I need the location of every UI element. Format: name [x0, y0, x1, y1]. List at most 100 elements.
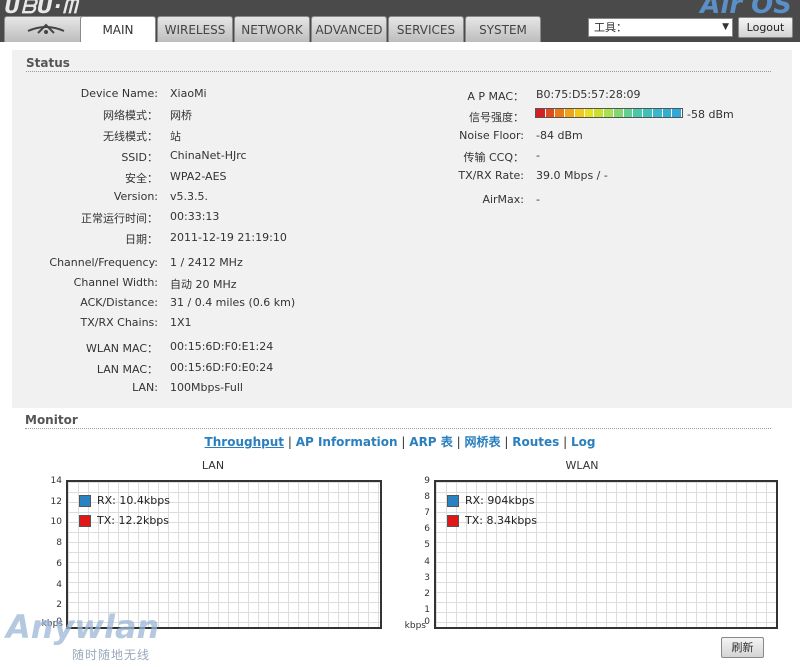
ccq-label: 传输 CCQ： [463, 151, 524, 164]
channel-frequency-value: 1 / 2412 MHz [170, 256, 243, 269]
link-arp-table[interactable]: ARP 表 [409, 435, 453, 449]
link-throughput[interactable]: Throughput [205, 435, 284, 449]
link-log[interactable]: Log [571, 435, 595, 449]
signal-segment [623, 109, 634, 117]
refresh-button[interactable]: 刷新 [721, 637, 764, 658]
status-title: Status [26, 56, 70, 70]
ssid-label: SSID： [121, 151, 158, 164]
lan-mac-value: 00:15:6D:F0:E0:24 [170, 361, 274, 374]
tab-system[interactable]: SYSTEM [465, 16, 541, 42]
tab-wireless[interactable]: WIRELESS [157, 16, 233, 42]
signal-segment [536, 109, 546, 117]
security-value: WPA2-AES [170, 170, 227, 183]
link-routes[interactable]: Routes [512, 435, 559, 449]
y-tick-label: 8 [424, 492, 430, 503]
y-tick-label: 9 [424, 476, 430, 486]
network-mode-value: 网桥 [170, 109, 192, 122]
ack-distance-label: ACK/Distance: [80, 296, 158, 309]
lan-value: 100Mbps-Full [170, 381, 243, 394]
wlan-mac-label: WLAN MAC： [85, 342, 158, 355]
signal-segment [662, 109, 673, 117]
link-separator: | [504, 435, 509, 449]
monitor-title: Monitor [25, 413, 78, 427]
lan-legend-tx: TX: 12.2kbps [79, 514, 169, 527]
noise-floor-label: Noise Floor: [459, 129, 524, 142]
signal-strength-label: 信号强度： [469, 111, 524, 124]
tab-logo[interactable] [4, 16, 88, 42]
signal-segment [584, 109, 595, 117]
legend-label: RX: 904kbps [465, 494, 535, 507]
wireless-mode-value: 站 [170, 130, 181, 143]
y-tick-label: 8 [56, 538, 62, 549]
watermark-slogan: 随时随地无线 [72, 648, 151, 662]
y-tick-label: 4 [56, 579, 62, 590]
legend-swatch [79, 515, 91, 527]
legend-label: TX: 8.34kbps [465, 514, 538, 527]
signal-segment [555, 109, 566, 117]
signal-strength-value: -58 dBm [687, 108, 734, 121]
y-tick-label: 12 [50, 496, 62, 507]
noise-floor-value: -84 dBm [536, 129, 583, 142]
wlan-mac-value: 00:15:6D:F0:E1:24 [170, 340, 274, 353]
y-tick-label: 7 [424, 508, 430, 519]
y-tick-label: 14 [50, 476, 62, 486]
ap-mac-value: B0:75:D5:57:28:09 [536, 88, 641, 101]
legend-label: TX: 12.2kbps [97, 514, 170, 527]
txrx-chains-value: 1X1 [170, 316, 192, 329]
tab-network[interactable]: NETWORK [234, 16, 310, 42]
signal-segment [574, 109, 585, 117]
uptime-value: 00:33:13 [170, 210, 220, 223]
ssid-value: ChinaNet-HJrc [170, 149, 247, 162]
ubiquiti-logo-icon [26, 23, 66, 40]
lan-chart-title: LAN [201, 459, 225, 472]
channel-width-label: Channel Width: [73, 276, 158, 289]
legend-swatch [79, 495, 91, 507]
wlan-chart-title: WLAN [565, 459, 599, 472]
security-label: 安全： [125, 172, 158, 185]
logout-button[interactable]: Logout [738, 17, 793, 38]
link-bridge-table[interactable]: 网桥表 [465, 435, 501, 449]
y-tick-label: 1 [424, 604, 430, 615]
signal-segment [565, 109, 575, 117]
wireless-mode-label: 无线模式： [103, 130, 158, 143]
wlan-chart-ylabel: kbps [404, 621, 426, 631]
signal-segment [633, 109, 644, 117]
y-tick-label: 10 [50, 517, 62, 528]
channel-width-value: 自动 20 MHz [170, 278, 237, 291]
wlan-legend-tx: TX: 8.34kbps [447, 514, 537, 527]
chevron-down-icon: ▼ [722, 22, 729, 32]
status-divider [26, 71, 771, 72]
signal-strength-bar [535, 108, 683, 118]
watermark-logo: Anywlan [6, 608, 160, 646]
tab-main[interactable]: MAIN [80, 16, 156, 43]
date-label: 日期： [125, 233, 158, 246]
signal-segment [613, 109, 624, 117]
uptime-label: 正常运行时间： [81, 212, 158, 225]
device-name-label: Device Name: [80, 87, 158, 100]
link-ap-information[interactable]: AP Information [296, 435, 398, 449]
tab-services[interactable]: SERVICES [388, 16, 464, 42]
link-separator: | [563, 435, 568, 449]
version-value: v5.3.5. [170, 190, 208, 203]
ack-distance-value: 31 / 0.4 miles (0.6 km) [170, 296, 296, 309]
ap-mac-label: A P MAC： [467, 90, 524, 103]
txrx-rate-label: TX/RX Rate: [458, 169, 524, 182]
signal-segment [672, 109, 683, 117]
lan-mac-label: LAN MAC： [96, 363, 158, 376]
version-label: Version: [113, 190, 158, 203]
signal-segment [594, 109, 605, 117]
date-value: 2011-12-19 21:19:10 [170, 231, 287, 244]
txrx-chains-label: TX/RX Chains: [80, 316, 159, 329]
airmax-label: AirMax: [482, 193, 524, 206]
device-name-value: XiaoMi [170, 87, 207, 100]
signal-segment [643, 109, 653, 117]
signal-segment [545, 109, 556, 117]
airmax-value: - [536, 193, 540, 206]
tab-advanced[interactable]: ADVANCED [311, 16, 387, 42]
y-tick-label: 4 [424, 556, 430, 567]
monitor-divider [25, 428, 771, 429]
tools-select[interactable]: 工具： ▼ [588, 18, 733, 37]
monitor-links: Throughput | AP Information | ARP 表 | 网桥… [0, 433, 800, 450]
y-tick-label: 2 [424, 588, 430, 599]
legend-swatch [447, 515, 459, 527]
